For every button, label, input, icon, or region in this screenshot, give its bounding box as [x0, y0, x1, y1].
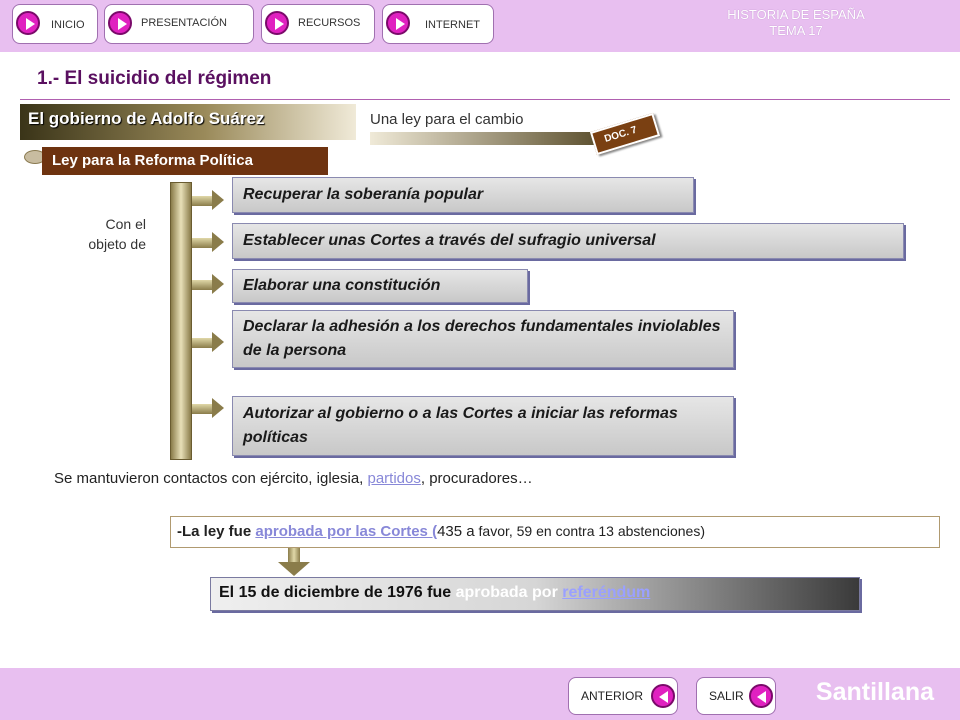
- doc-tag-label: DOC. 7: [603, 124, 639, 145]
- course-title-line2: TEMA 17: [769, 23, 823, 38]
- objective-label: Con el objeto de: [56, 214, 146, 254]
- law-label-bar: Ley para la Reforma Política: [42, 147, 328, 175]
- approval-votes-big: 435 a: [437, 523, 475, 540]
- play-icon: [108, 11, 132, 35]
- arrow-right-icon: [192, 190, 226, 210]
- play-icon: [265, 11, 289, 35]
- back-arrow-icon: [749, 684, 773, 708]
- law-label: Ley para la Reforma Política: [52, 152, 253, 169]
- subtitle-underline: [370, 132, 602, 145]
- result-emph: aprobada por: [455, 584, 563, 601]
- partidos-link[interactable]: partidos: [368, 470, 421, 487]
- nav-inicio-button[interactable]: INICIO: [12, 4, 98, 44]
- contacts-suffix: , procuradores…: [420, 470, 533, 487]
- doc-7-button[interactable]: DOC. 7: [589, 112, 661, 156]
- arrow-right-icon: [192, 332, 226, 352]
- arrow-down-icon: [278, 548, 310, 578]
- objective-box-2: Establecer unas Cortes a través del sufr…: [232, 223, 904, 259]
- anterior-button[interactable]: ANTERIOR: [568, 677, 678, 715]
- nav-internet-button[interactable]: INTERNET: [382, 4, 494, 44]
- objective-box-5: Autorizar al gobierno o a las Cortes a i…: [232, 396, 734, 456]
- approval-box: -La ley fue aprobada por las Cortes (435…: [170, 516, 940, 548]
- play-icon: [16, 11, 40, 35]
- nav-recursos-button[interactable]: RECURSOS: [261, 4, 375, 44]
- section-subtitle: Una ley para el cambio: [370, 111, 524, 128]
- arrow-right-icon: [192, 398, 226, 418]
- section-title-bar: El gobierno de Adolfo Suárez: [20, 104, 356, 140]
- approval-votes-small: favor, 59 en contra 13 abstenciones): [474, 523, 706, 539]
- bracket-bar: [170, 182, 192, 460]
- objective-label-line1: Con el: [105, 216, 146, 232]
- nav-presentacion-button[interactable]: PRESENTACIÓN: [104, 4, 254, 44]
- section-title: El gobierno de Adolfo Suárez: [28, 109, 265, 128]
- objective-box-1: Recuperar la soberanía popular: [232, 177, 694, 213]
- brand-logo: Santillana: [815, 678, 934, 706]
- salir-label: SALIR: [709, 689, 744, 703]
- approval-cortes-link[interactable]: aprobada por las Cortes (: [255, 523, 437, 540]
- nav-inicio-label: INICIO: [51, 19, 85, 31]
- course-title: HISTORIA DE ESPAÑA TEMA 17: [726, 7, 866, 39]
- objective-label-line2: objeto de: [88, 236, 146, 252]
- objective-box-3: Elaborar una constitución: [232, 269, 528, 303]
- course-title-line1: HISTORIA DE ESPAÑA: [727, 7, 865, 22]
- page-title: 1.- El suicidio del régimen: [37, 68, 272, 89]
- play-icon: [386, 11, 410, 35]
- nav-internet-label: INTERNET: [425, 19, 480, 31]
- contacts-prefix: Se mantuvieron contactos con ejército, i…: [54, 470, 368, 487]
- referendum-result-bar: El 15 de diciembre de 1976 fue aprobada …: [210, 577, 860, 611]
- arrow-right-icon: [192, 274, 226, 294]
- result-prefix: El 15 de diciembre de 1976 fue: [219, 584, 456, 601]
- objective-box-4: Declarar la adhesión a los derechos fund…: [232, 310, 734, 368]
- back-arrow-icon: [651, 684, 675, 708]
- referendum-link[interactable]: referéndum: [562, 584, 650, 601]
- nav-recursos-label: RECURSOS: [298, 17, 361, 29]
- contacts-text: Se mantuvieron contactos con ejército, i…: [54, 470, 533, 487]
- anterior-label: ANTERIOR: [581, 689, 644, 703]
- arrow-right-icon: [192, 232, 226, 252]
- approval-prefix: -La ley fue: [177, 523, 256, 540]
- nav-presentacion-label: PRESENTACIÓN: [141, 17, 227, 29]
- salir-button[interactable]: SALIR: [696, 677, 776, 715]
- title-divider: [20, 99, 950, 100]
